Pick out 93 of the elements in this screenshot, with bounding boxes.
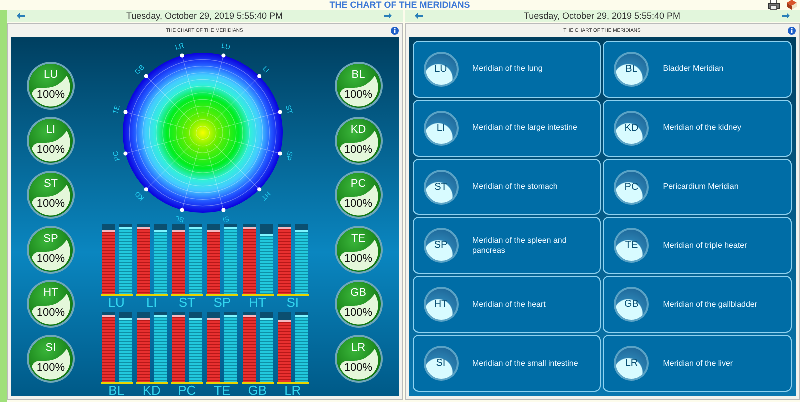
meter-label: PC xyxy=(178,384,196,398)
badge-code: GB xyxy=(350,287,366,300)
badge-code: BL xyxy=(352,69,366,82)
meridian-card[interactable]: GB Meridian of the gallbladder xyxy=(603,276,792,334)
meridian-code-circle: LR xyxy=(614,346,650,382)
meridian-name: Meridian of the small intestine xyxy=(472,358,578,369)
badge-percent: 100% xyxy=(344,198,373,210)
badge-percent: 100% xyxy=(344,144,373,156)
meridian-name: Meridian of the lung xyxy=(472,64,543,74)
badge-code: ST xyxy=(44,178,58,190)
badge-code: HT xyxy=(44,287,58,300)
meridian-code-circle: TE xyxy=(614,228,650,264)
meter-label: LU xyxy=(108,296,125,310)
meridian-name: Meridian of the heart xyxy=(472,300,546,310)
meridian-code-circle: LU xyxy=(424,52,458,87)
badge-code: TE xyxy=(351,232,366,245)
meridian-name: Meridian of the liver xyxy=(663,358,734,369)
meridian-code-circle: GB xyxy=(614,287,650,322)
meter-label: KD xyxy=(142,384,161,398)
meridian-name: Bladder Meridian xyxy=(663,64,724,74)
yin-yang-icon xyxy=(29,282,73,326)
meridian-name: Meridian of the kidney xyxy=(663,123,742,134)
yin-yang-icon xyxy=(29,173,73,218)
badge-code: SP xyxy=(44,232,58,245)
badge-percent: 100% xyxy=(36,89,66,102)
meter-label: ST xyxy=(178,296,196,310)
badge-percent: 100% xyxy=(36,252,66,265)
badge-percent: 100% xyxy=(344,89,373,102)
yin-yang-icon xyxy=(29,118,73,163)
meridian-code-circle: SP xyxy=(424,228,458,264)
meridian-card[interactable]: ST Meridian of the stomach xyxy=(412,158,602,216)
meridian-name: Meridian of the stomach xyxy=(472,182,558,192)
meridian-card[interactable]: HT Meridian of the heart xyxy=(412,276,602,334)
meridian-card[interactable]: PC Pericardium Meridian xyxy=(603,158,792,216)
meridian-card[interactable]: SP Meridian of the spleen and pancreas xyxy=(412,217,602,274)
right-arrow-icon[interactable] xyxy=(384,13,392,19)
yin-yang-icon xyxy=(29,336,73,381)
meter-label: SI xyxy=(286,296,300,310)
badge-percent: 100% xyxy=(36,144,66,156)
meridian-code-circle: BL xyxy=(614,52,650,87)
meridian-name: Meridian of the spleen and pancreas xyxy=(472,236,568,256)
meridian-name: Pericardium Meridian xyxy=(663,182,739,192)
badge-percent: 100% xyxy=(344,362,373,374)
meter-label: HT xyxy=(248,296,266,310)
yin-yang-icon xyxy=(336,228,380,272)
badge-code: PC xyxy=(350,178,366,190)
meridian-name: Meridian of the gallbladder xyxy=(663,300,758,310)
date-time: Tuesday, October 29, 2019 5:55:40 PM xyxy=(524,11,681,21)
meridian-card[interactable]: SI Meridian of the small intestine xyxy=(412,335,602,392)
yin-yang-icon xyxy=(336,64,380,108)
meter-label: TE xyxy=(214,384,231,398)
badge-percent: 100% xyxy=(344,252,373,265)
yin-yang-icon xyxy=(336,336,380,381)
meridian-code-circle: SI xyxy=(424,346,458,382)
badge-percent: 100% xyxy=(344,307,373,320)
badge-percent: 100% xyxy=(36,198,66,210)
badge-percent: 100% xyxy=(36,362,66,374)
meridian-code-circle: ST xyxy=(424,170,458,205)
date-time: Tuesday, October 29, 2019 5:55:40 PM xyxy=(126,11,284,21)
meridian-card[interactable]: LR Meridian of the liver xyxy=(603,335,792,392)
yin-yang-icon xyxy=(29,228,73,272)
meridian-card[interactable]: BL Bladder Meridian xyxy=(603,41,792,98)
right-arrow-icon[interactable] xyxy=(782,13,790,19)
meridian-card[interactable]: LU Meridian of the lung xyxy=(412,41,602,98)
meter-label: LR xyxy=(284,384,302,398)
meridian-name: Meridian of the large intestine xyxy=(472,123,578,134)
info-icon[interactable] xyxy=(390,27,398,35)
meter-label: GB xyxy=(248,384,268,398)
meridian-name: Meridian of triple heater xyxy=(663,240,748,251)
meter-label: SP xyxy=(214,296,232,310)
yin-yang-icon xyxy=(29,64,73,108)
yin-yang-icon xyxy=(336,282,380,326)
badge-percent: 100% xyxy=(36,307,66,320)
badge-code: SI xyxy=(46,342,56,354)
left-arrow-icon[interactable] xyxy=(17,13,25,19)
badge-code: LU xyxy=(44,69,58,82)
meter-label: LI xyxy=(146,296,158,310)
meridian-code-circle: KD xyxy=(614,110,650,146)
meridian-code-circle: HT xyxy=(424,287,458,322)
info-icon[interactable] xyxy=(788,27,796,35)
badge-code: LR xyxy=(351,342,366,354)
yin-yang-icon xyxy=(336,173,380,218)
meridian-card[interactable]: KD Meridian of the kidney xyxy=(603,100,792,157)
meridian-card[interactable]: TE Meridian of triple heater xyxy=(603,217,792,274)
left-arrow-icon[interactable] xyxy=(414,13,422,19)
app-title: THE CHART OF THE MERIDIANS xyxy=(330,0,470,10)
badge-code: KD xyxy=(350,124,366,136)
meridian-code-circle: LI xyxy=(424,110,458,146)
yin-yang-icon xyxy=(336,118,380,163)
meter-label: BL xyxy=(108,384,125,398)
meridian-code-circle: PC xyxy=(614,170,650,205)
meridian-card[interactable]: LI Meridian of the large intestine xyxy=(412,100,602,157)
badge-code: LI xyxy=(46,124,56,136)
